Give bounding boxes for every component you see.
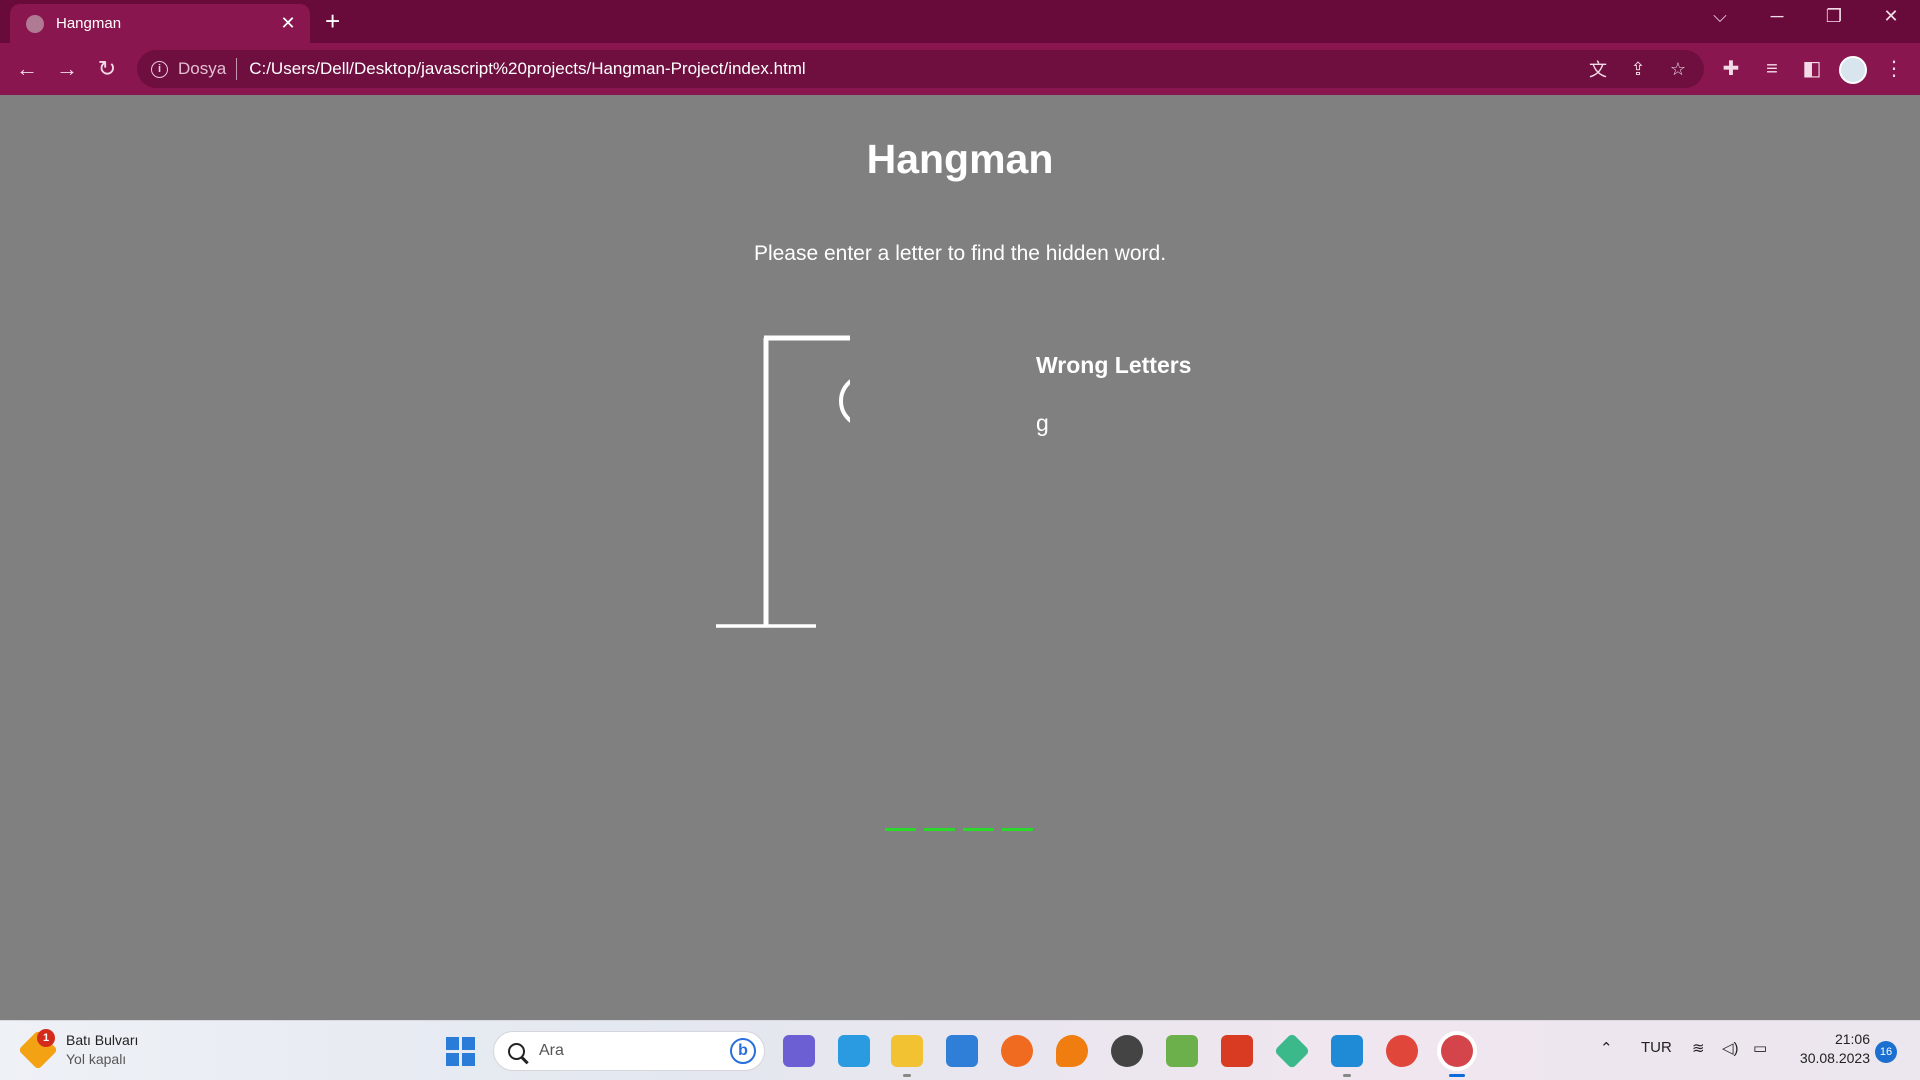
close-window-button[interactable]: ✕: [1871, 6, 1911, 27]
forward-button[interactable]: →: [52, 55, 82, 83]
share-icon[interactable]: ⇪: [1624, 59, 1652, 80]
tab-search-chevron-icon[interactable]: ⌵: [1700, 6, 1740, 27]
globe-icon: [26, 14, 44, 33]
chrome-profile-icon[interactable]: [1441, 1035, 1473, 1077]
reload-button[interactable]: ↻: [92, 55, 122, 83]
media-queue-icon[interactable]: ≡: [1757, 55, 1787, 83]
vscode-icon[interactable]: [1331, 1035, 1363, 1077]
page-title: Hangman: [866, 136, 1054, 182]
menu-kebab-icon[interactable]: ⋮: [1879, 55, 1909, 83]
translate-icon[interactable]: 文: [1584, 56, 1612, 82]
search-icon: [508, 1042, 525, 1060]
divider: [236, 58, 238, 80]
hangman-figure: [716, 335, 850, 628]
battery-icon[interactable]: ▭: [1753, 1039, 1767, 1057]
recorder-icon[interactable]: [1221, 1035, 1253, 1067]
notification-badge[interactable]: 16: [1875, 1041, 1897, 1063]
side-panel-icon[interactable]: ◧: [1797, 55, 1827, 83]
wrong-letters-heading: Wrong Letters: [1036, 352, 1192, 378]
profile-avatar[interactable]: [1839, 56, 1867, 84]
info-icon[interactable]: i: [151, 60, 168, 78]
weather-widget[interactable]: 1 Batı Bulvarı Yol kapalı: [18, 1029, 138, 1070]
back-button[interactable]: ←: [12, 55, 42, 83]
circle-app-icon[interactable]: [1111, 1035, 1143, 1067]
firefox-icon[interactable]: [1001, 1035, 1033, 1067]
instructions-text: Please enter a letter to find the hidden…: [753, 242, 1167, 265]
store-icon[interactable]: [838, 1035, 870, 1067]
weather-text: Batı Bulvarı Yol kapalı: [66, 1031, 138, 1069]
url-text[interactable]: C:/Users/Dell/Desktop/javascript%20proje…: [249, 59, 1584, 79]
clock-time: 21:06: [1834, 1031, 1870, 1047]
language-indicator[interactable]: TUR: [1641, 1039, 1672, 1056]
clock-date: 30.08.2023: [1799, 1050, 1870, 1066]
restore-button[interactable]: ❐: [1814, 6, 1854, 27]
minimize-button[interactable]: ─: [1757, 6, 1797, 27]
windows-taskbar: 1 Batı Bulvarı Yol kapalı Ara b ⌃ TUR ≋ …: [0, 1020, 1920, 1080]
file-explorer-icon[interactable]: [891, 1035, 923, 1077]
bing-icon[interactable]: b: [730, 1038, 756, 1064]
address-bar[interactable]: i Dosya C:/Users/Dell/Desktop/javascript…: [137, 50, 1704, 88]
hidden-word: [885, 828, 1033, 831]
tab-strip: Hangman ✕ + ⌵ ─ ❐ ✕: [0, 0, 1920, 43]
tab-hangman[interactable]: Hangman ✕: [10, 4, 310, 43]
new-tab-button[interactable]: +: [325, 7, 340, 35]
chrome-icon[interactable]: [1386, 1035, 1418, 1067]
letter-slot: [924, 828, 955, 831]
wifi-icon[interactable]: ≋: [1692, 1039, 1705, 1057]
letter-slot: [1002, 828, 1033, 831]
teams-chat-icon[interactable]: [783, 1035, 815, 1067]
volume-icon[interactable]: ◁): [1722, 1039, 1739, 1057]
letter-slot: [885, 828, 916, 831]
tab-title: Hangman: [56, 15, 122, 32]
mail-icon[interactable]: [946, 1035, 978, 1067]
clock[interactable]: 21:06 30.08.2023: [1790, 1030, 1870, 1068]
browser-toolbar: ← → ↻ i Dosya C:/Users/Dell/Desktop/java…: [0, 43, 1920, 95]
bookmark-star-icon[interactable]: ☆: [1664, 59, 1692, 80]
weather-badge: 1: [37, 1029, 55, 1047]
search-placeholder[interactable]: Ara: [539, 1042, 730, 1060]
scheme-label: Dosya: [178, 59, 227, 78]
diamond-app-icon[interactable]: [1273, 1032, 1311, 1070]
tray-overflow-chevron-icon[interactable]: ⌃: [1600, 1039, 1613, 1057]
weather-subtitle: Yol kapalı: [66, 1051, 127, 1067]
close-tab-icon[interactable]: ✕: [278, 13, 298, 34]
hangman-head: [839, 379, 850, 423]
weather-title: Batı Bulvarı: [66, 1032, 139, 1048]
magnifier-app-icon[interactable]: [1056, 1035, 1088, 1067]
start-button[interactable]: [446, 1037, 475, 1066]
image-editor-icon[interactable]: [1166, 1035, 1198, 1067]
wrong-letters-list: g: [1036, 410, 1049, 436]
extensions-icon[interactable]: ✚: [1716, 55, 1746, 83]
taskbar-search[interactable]: Ara b: [493, 1031, 765, 1071]
letter-slot: [963, 828, 994, 831]
